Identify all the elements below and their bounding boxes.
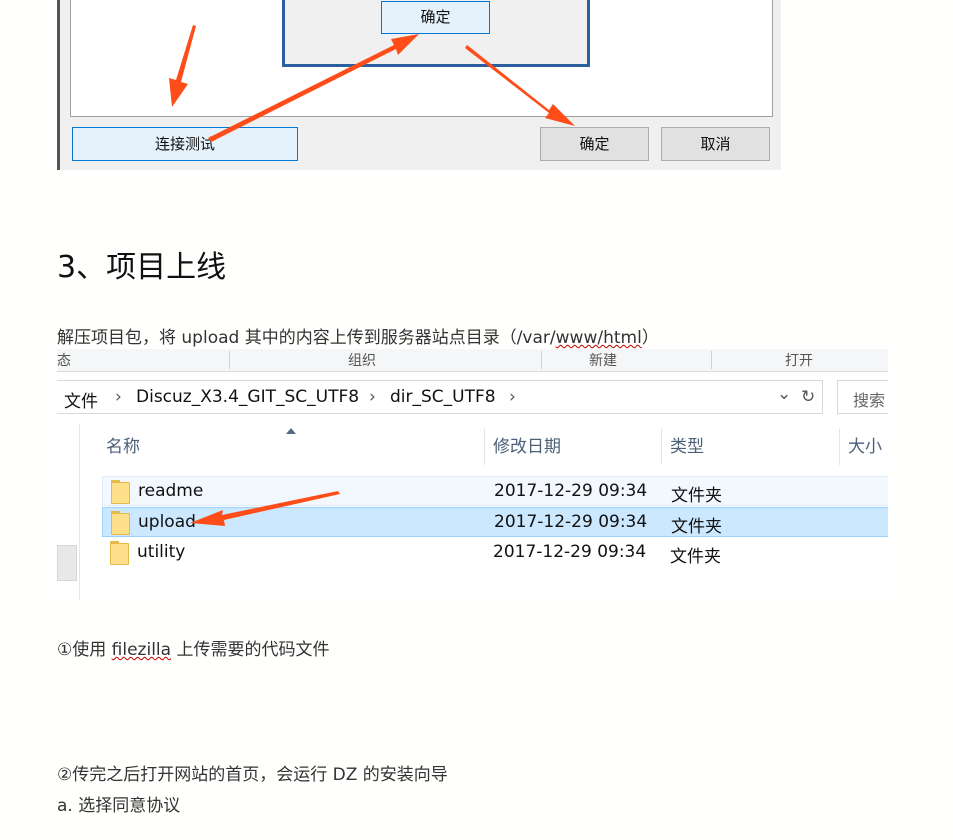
- navigation-scroll-thumb[interactable]: [57, 545, 77, 581]
- sort-ascending-icon: [286, 428, 296, 434]
- annotation-arrows-top: [169, 25, 575, 142]
- intro-path: www/html: [555, 328, 642, 348]
- ribbon-group-clipped: 态: [57, 353, 71, 369]
- annotation-arrow-explorer: [190, 491, 340, 526]
- file-type: 文件夹: [671, 486, 722, 506]
- column-header-date[interactable]: 修改日期: [493, 429, 561, 465]
- arrow-to-upload-icon: [190, 491, 340, 526]
- step-1-prefix: ①使用: [57, 640, 112, 660]
- explorer-screenshot: 态 组织 新建 打开 文件 › Discuz_X3.4_GIT_SC_UTF8 …: [57, 349, 888, 600]
- arrow-to-ok-icon: [465, 45, 575, 126]
- breadcrumb-item-files[interactable]: 文件: [64, 387, 98, 412]
- intro-paragraph: 解压项目包，将 upload 其中的内容上传到服务器站点目录（/var/www/…: [57, 323, 659, 348]
- search-input[interactable]: 搜索: [837, 380, 888, 414]
- column-header-type[interactable]: 类型: [670, 429, 704, 465]
- address-bar[interactable]: 文件 › Discuz_X3.4_GIT_SC_UTF8 › dir_SC_UT…: [57, 380, 823, 414]
- file-type: 文件夹: [670, 547, 721, 567]
- step-2a: a. 选择同意协议: [57, 796, 181, 816]
- arrow-down-left-icon: [169, 25, 196, 107]
- ribbon-group-new[interactable]: 新建: [589, 350, 617, 370]
- ribbon-group-open[interactable]: 打开: [785, 350, 813, 370]
- refresh-icon[interactable]: ↻: [801, 387, 815, 407]
- step-1: ①使用 filezilla 上传需要的代码文件: [57, 635, 329, 660]
- column-header-size[interactable]: 大小: [848, 429, 882, 465]
- file-row[interactable]: utility 2017-12-29 09:34 文件夹: [102, 538, 888, 568]
- file-date: 2017-12-29 09:34: [493, 542, 647, 562]
- file-date: 2017-12-29 09:34: [494, 512, 648, 532]
- intro-text: 解压项目包，将 upload 其中的内容上传到服务器站点目录（/var/: [57, 328, 556, 348]
- breadcrumb-item-discuz[interactable]: Discuz_X3.4_GIT_SC_UTF8: [136, 387, 359, 407]
- file-date: 2017-12-29 09:34: [494, 481, 648, 501]
- step-1-tool: filezilla: [111, 640, 172, 660]
- breadcrumb-item-dir[interactable]: dir_SC_UTF8: [390, 387, 496, 407]
- arrow-to-inner-ok-icon: [208, 34, 419, 142]
- ribbon-group-organize[interactable]: 组织: [348, 350, 376, 370]
- file-type: 文件夹: [671, 517, 722, 537]
- breadcrumb-separator-icon: ›: [369, 387, 376, 407]
- chevron-down-icon[interactable]: ⌄: [777, 384, 791, 404]
- breadcrumb-separator-icon: ›: [115, 387, 122, 407]
- breadcrumb-separator-icon: ›: [509, 387, 516, 407]
- column-header-name[interactable]: 名称: [106, 429, 140, 465]
- intro-close: ）: [641, 328, 659, 348]
- section-heading: 3、项目上线: [57, 250, 227, 285]
- folder-icon: [110, 541, 129, 565]
- file-name: utility: [137, 542, 186, 562]
- step-1-suffix: 上传需要的代码文件: [171, 640, 330, 660]
- ribbon-bar: 态 组织 新建 打开: [57, 349, 888, 372]
- step-2: ②传完之后打开网站的首页，会运行 DZ 的安装向导: [57, 765, 448, 785]
